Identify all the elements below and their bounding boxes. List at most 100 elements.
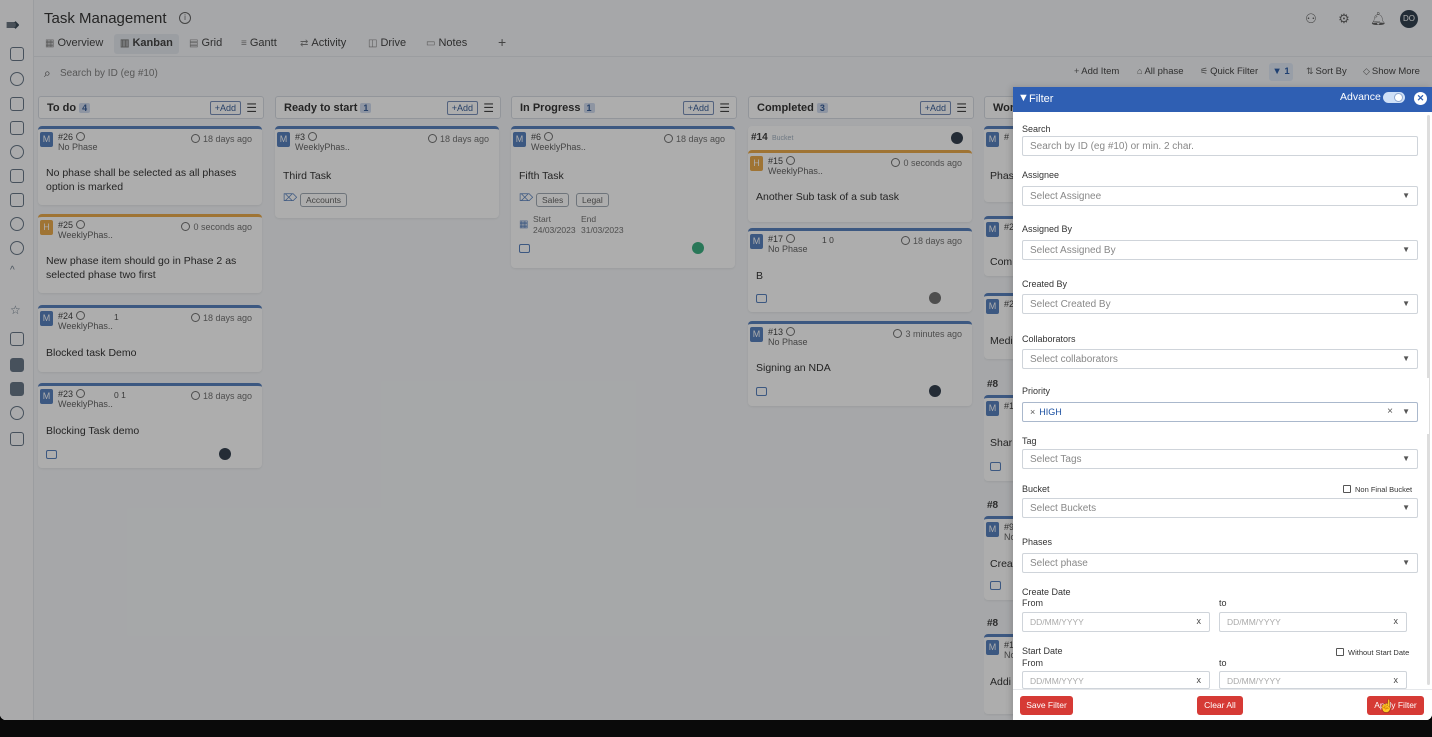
kanban-card[interactable]: M #23 0 1 WeeklyPhas.. 18 days ago Block… bbox=[38, 383, 262, 468]
kanban-card[interactable]: M #6 WeeklyPhas.. 18 days ago Fifth Task… bbox=[511, 126, 735, 268]
advance-toggle[interactable] bbox=[1383, 92, 1405, 103]
add-tab-button[interactable]: + bbox=[492, 34, 512, 54]
kanban-card[interactable]: H #25 WeeklyPhas.. 0 seconds ago New pha… bbox=[38, 214, 262, 293]
star-icon[interactable]: ☆ bbox=[10, 303, 21, 317]
kanban-subcard[interactable]: H #15 WeeklyPhas.. 0 seconds ago Another… bbox=[748, 150, 972, 218]
add-card-button[interactable]: +Add bbox=[209, 101, 241, 115]
add-item-button[interactable]: + Add Item bbox=[1074, 66, 1119, 77]
settings-icon[interactable] bbox=[10, 406, 24, 420]
assignee-select[interactable]: Select Assignee ▼ bbox=[1022, 186, 1418, 206]
tab-overview[interactable]: ▦ Overview bbox=[39, 34, 109, 54]
non-final-bucket-checkbox[interactable]: Non Final Bucket bbox=[1343, 485, 1412, 494]
comment-icon[interactable] bbox=[46, 450, 57, 459]
clear-icon[interactable]: x bbox=[1197, 616, 1202, 626]
priority-chip[interactable]: × HIGH bbox=[1030, 407, 1062, 417]
kanban-card[interactable]: M #26 No Phase 18 days ago No phase shal… bbox=[38, 126, 262, 205]
start-date-from-input[interactable]: DD/MM/YYYY x bbox=[1022, 671, 1210, 689]
collaborators-select[interactable]: Select collaborators ▼ bbox=[1022, 349, 1418, 369]
tab-activity[interactable]: ⇄ Activity bbox=[294, 34, 352, 54]
kanban-column-todo: To do 4 +Add ☰ M #26 No Phase 18 days ago… bbox=[38, 96, 264, 716]
globe-icon[interactable] bbox=[10, 72, 24, 86]
users-icon[interactable] bbox=[10, 241, 24, 255]
shield-icon[interactable] bbox=[10, 97, 24, 111]
info-icon[interactable]: i bbox=[179, 12, 191, 24]
bucket-select[interactable]: Select Buckets ▼ bbox=[1022, 498, 1418, 518]
user-icon[interactable] bbox=[10, 217, 24, 231]
clear-icon[interactable]: x bbox=[1197, 675, 1202, 685]
assignee-avatar[interactable] bbox=[951, 132, 963, 144]
add-card-button[interactable]: +Add bbox=[446, 101, 478, 115]
kanban-card-group[interactable]: #14 Bucket H #15 WeeklyPhas.. 0 seconds … bbox=[748, 126, 972, 222]
grid-icon: ▦ bbox=[45, 38, 55, 49]
tab-drive[interactable]: ◫ Drive bbox=[362, 34, 412, 54]
assignee-avatar[interactable] bbox=[929, 385, 941, 397]
remove-chip-icon[interactable]: × bbox=[1030, 407, 1035, 417]
assignee-avatar[interactable] bbox=[929, 292, 941, 304]
clear-icon[interactable]: x bbox=[1394, 616, 1399, 626]
chevron-up-icon[interactable]: ^ bbox=[10, 265, 15, 276]
comment-icon[interactable] bbox=[990, 581, 1001, 590]
add-card-button[interactable]: +Add bbox=[682, 101, 714, 115]
tag-select[interactable]: Select Tags ▼ bbox=[1022, 449, 1418, 469]
sort-by-button[interactable]: ⇅ Sort By bbox=[1306, 66, 1347, 77]
all-phase-button[interactable]: ⌂ All phase bbox=[1137, 66, 1184, 77]
create-date-from-input[interactable]: DD/MM/YYYY x bbox=[1022, 612, 1210, 632]
at-icon[interactable] bbox=[10, 145, 24, 159]
assignee-avatar[interactable] bbox=[692, 242, 704, 254]
column-menu-icon[interactable]: ☰ bbox=[483, 102, 494, 114]
clear-all-button[interactable]: Clear All bbox=[1197, 696, 1243, 715]
apply-filter-button[interactable]: Apply Filter bbox=[1367, 696, 1424, 715]
tab-gantt[interactable]: ≡ Gantt bbox=[235, 34, 283, 54]
comment-icon[interactable] bbox=[990, 462, 1001, 471]
gear-icon[interactable]: ⚙ bbox=[1337, 12, 1351, 26]
comment-icon[interactable] bbox=[519, 244, 530, 253]
card-subtitle: Bucket bbox=[772, 135, 794, 142]
assigned-by-select[interactable]: Select Assigned By ▼ bbox=[1022, 240, 1418, 260]
clear-icon[interactable]: x bbox=[1394, 675, 1399, 685]
tab-grid[interactable]: ▤ Grid bbox=[183, 34, 228, 54]
without-start-date-checkbox[interactable]: Without Start Date bbox=[1336, 648, 1409, 657]
list-icon[interactable] bbox=[10, 193, 24, 207]
comment-icon[interactable] bbox=[756, 387, 767, 396]
avatar[interactable]: DO bbox=[1400, 10, 1418, 28]
comment-icon[interactable] bbox=[756, 294, 767, 303]
home-icon[interactable] bbox=[10, 47, 24, 61]
tag-chip[interactable]: Accounts bbox=[300, 193, 347, 207]
column-menu-icon[interactable]: ☰ bbox=[956, 102, 967, 114]
tab-kanban[interactable]: ▥ Kanban bbox=[114, 34, 179, 54]
save-filter-button[interactable]: Save Filter bbox=[1020, 696, 1073, 715]
filter-search-input[interactable]: Search by ID (eg #10) or min. 2 char. bbox=[1022, 136, 1418, 156]
apps-icon[interactable] bbox=[10, 121, 24, 135]
start-date-to-input[interactable]: DD/MM/YYYY x bbox=[1219, 671, 1407, 689]
phases-select[interactable]: Select phase ▼ bbox=[1022, 553, 1418, 573]
assignee-avatar[interactable] bbox=[219, 448, 231, 460]
column-menu-icon[interactable]: ☰ bbox=[719, 102, 730, 114]
filter-button[interactable]: ▼ 1 bbox=[1269, 63, 1293, 81]
show-more-button[interactable]: ◇ Show More bbox=[1363, 66, 1420, 77]
close-icon[interactable]: ✕ bbox=[1414, 92, 1427, 105]
expand-sidebar-icon[interactable]: ⇛ bbox=[6, 15, 19, 35]
document-icon[interactable] bbox=[10, 169, 24, 183]
kanban-card[interactable]: M #17 1 0 No Phase 18 days ago B bbox=[748, 228, 972, 312]
add-card-button[interactable]: +Add bbox=[919, 101, 951, 115]
create-date-to-input[interactable]: DD/MM/YYYY x bbox=[1219, 612, 1407, 632]
created-by-select[interactable]: Select Created By ▼ bbox=[1022, 294, 1418, 314]
kanban-card[interactable]: M #3 WeeklyPhas.. 18 days ago Third Task… bbox=[275, 126, 499, 218]
card-phase: No Phase bbox=[768, 337, 808, 347]
priority-select[interactable]: × HIGH × ▼ bbox=[1022, 402, 1418, 422]
kanban-card[interactable]: M #13 No Phase 3 minutes ago Signing an … bbox=[748, 321, 972, 406]
search-input[interactable] bbox=[60, 63, 320, 83]
folder-open-icon[interactable] bbox=[10, 382, 24, 396]
tag-chip[interactable]: Sales bbox=[536, 193, 570, 207]
column-menu-icon[interactable]: ☰ bbox=[246, 102, 257, 114]
team-icon[interactable]: ⚇ bbox=[1304, 12, 1318, 26]
kanban-card[interactable]: M #24 1 WeeklyPhas.. 18 days ago Blocked… bbox=[38, 305, 262, 372]
folder-icon[interactable] bbox=[10, 358, 24, 372]
tab-notes[interactable]: ▭ Notes bbox=[420, 34, 473, 54]
bell-icon[interactable]: 🔔︎ bbox=[1370, 12, 1387, 26]
quick-filter-button[interactable]: ⚟ Quick Filter bbox=[1200, 66, 1258, 77]
clear-icon[interactable]: × bbox=[1387, 406, 1393, 417]
tag-chip[interactable]: Legal bbox=[576, 193, 609, 207]
archive-icon[interactable] bbox=[10, 432, 24, 446]
board-icon[interactable] bbox=[10, 332, 24, 346]
